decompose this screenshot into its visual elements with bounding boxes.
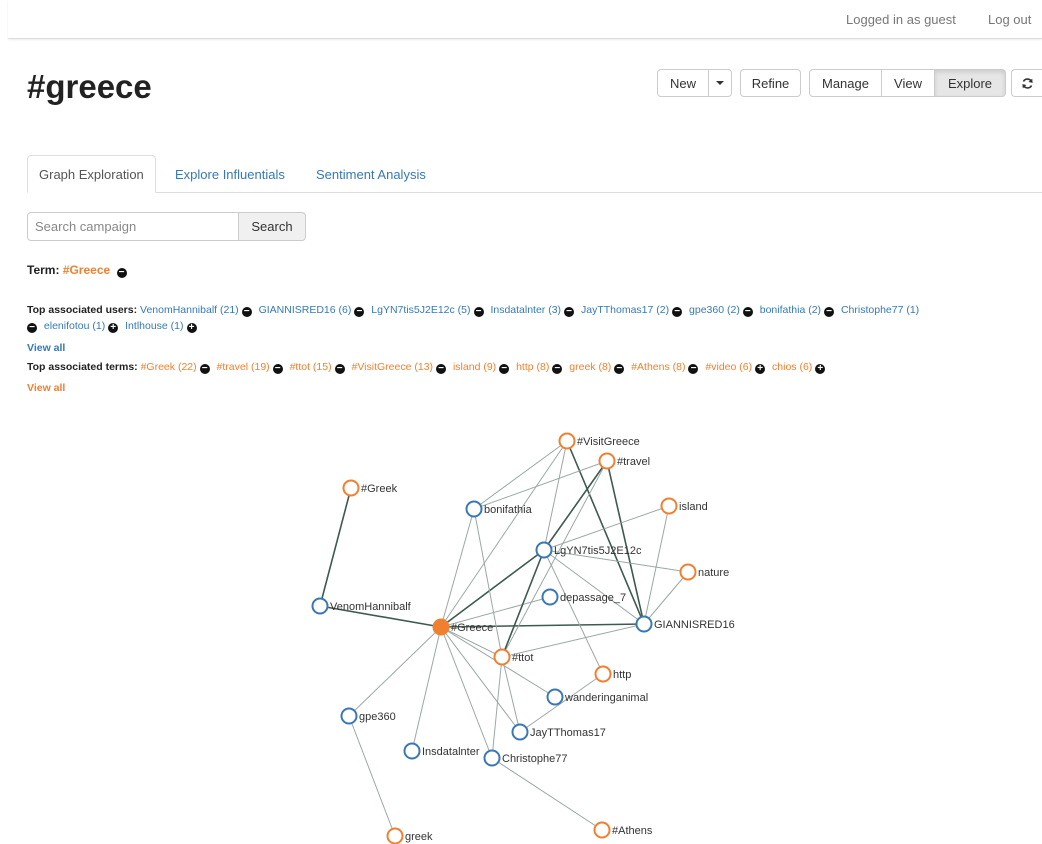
graph-node-label: Insdatalnter xyxy=(422,746,480,758)
graph-node-circle[interactable] xyxy=(546,688,564,706)
graph-node-circle[interactable] xyxy=(483,749,501,767)
graph-node-circle[interactable] xyxy=(541,588,559,606)
graph-node-giannis[interactable]: GIANNISRED16 xyxy=(635,615,735,633)
graph-node-circle[interactable] xyxy=(432,618,450,636)
graph-edge xyxy=(319,487,352,607)
graph-node-circle[interactable] xyxy=(340,707,358,725)
graph-node-circle[interactable] xyxy=(311,597,329,615)
graph-edge xyxy=(440,626,493,759)
graph-node-label: #travel xyxy=(617,456,650,468)
graph-node-label: wanderinganimal xyxy=(564,692,648,704)
graph-nodes[interactable]: #Greece #VisitGreece #travel #Greek bonifath… xyxy=(311,432,735,844)
graph-node-circle[interactable] xyxy=(465,500,483,518)
graph-node-lgyn[interactable]: LgYN7tis5J2E12c xyxy=(535,541,642,559)
graph-node-gpe360[interactable]: gpe360 xyxy=(340,707,396,725)
graph-node-athens[interactable]: #Athens xyxy=(593,821,653,839)
graph-node-label: #Greece xyxy=(451,622,493,634)
graph-node-label: nature xyxy=(698,567,729,579)
graph-edge xyxy=(411,626,442,752)
graph-node-label: #Greek xyxy=(361,483,398,495)
graph-node-circle[interactable] xyxy=(511,723,529,741)
graph-edge xyxy=(643,505,670,625)
graph-edge xyxy=(543,549,604,675)
graph-edge xyxy=(473,460,608,510)
graph-node-venom[interactable]: VenomHannibalf xyxy=(311,597,412,615)
graph-node-label: VenomHannibalf xyxy=(330,601,412,613)
graph-node-label: bonifathia xyxy=(484,504,533,516)
graph-node-circle[interactable] xyxy=(386,827,404,844)
graph-node-travel[interactable]: #travel xyxy=(598,452,651,470)
graph-node-circle[interactable] xyxy=(679,563,697,581)
graph-node-label: Christophe77 xyxy=(502,753,567,765)
graph-node-greek_tag[interactable]: #Greek xyxy=(342,479,398,497)
graph-node-label: GIANNISRED16 xyxy=(654,619,735,631)
graph-node-label: gpe360 xyxy=(359,711,396,723)
graph-node-circle[interactable] xyxy=(558,432,576,450)
graph-edges xyxy=(319,440,689,837)
graph-node-label: http xyxy=(613,669,631,681)
graph-node-insdata[interactable]: Insdatalnter xyxy=(403,742,480,760)
graph-node-label: depassage_7 xyxy=(560,592,626,604)
graph-node-christophe[interactable]: Christophe77 xyxy=(483,749,568,767)
graph-node-label: #ttot xyxy=(512,652,533,664)
graph-edge xyxy=(473,508,503,658)
graph-node-label: island xyxy=(679,501,708,513)
graph-node-label: #Athens xyxy=(612,825,653,837)
graph-node-island[interactable]: island xyxy=(660,497,708,515)
graph-node-bonifathia[interactable]: bonifathia xyxy=(465,500,533,518)
graph-node-circle[interactable] xyxy=(593,821,611,839)
graph-edge xyxy=(543,505,670,551)
graph-node-circle[interactable] xyxy=(342,479,360,497)
graph-edge xyxy=(491,656,503,759)
graph-node-http[interactable]: http xyxy=(594,665,632,683)
graph-edge xyxy=(491,757,603,831)
graph-node-depassage[interactable]: depassage_7 xyxy=(541,588,627,606)
network-graph[interactable]: #Greece #VisitGreece #travel #Greek bonifath… xyxy=(0,0,1042,844)
graph-node-circle[interactable] xyxy=(635,615,653,633)
graph-node-circle[interactable] xyxy=(493,648,511,666)
graph-node-greece[interactable]: #Greece xyxy=(432,618,494,636)
graph-node-circle[interactable] xyxy=(660,497,678,515)
graph-edge xyxy=(501,460,608,658)
graph-edge xyxy=(473,440,568,510)
graph-edge xyxy=(643,571,689,625)
graph-node-greek[interactable]: greek xyxy=(386,827,434,844)
graph-node-label: JayTThomas17 xyxy=(530,727,606,739)
graph-node-circle[interactable] xyxy=(535,541,553,559)
graph-node-label: greek xyxy=(405,831,433,843)
graph-edge xyxy=(348,626,442,717)
graph-node-circle[interactable] xyxy=(403,742,421,760)
graph-edge xyxy=(348,715,396,837)
graph-node-circle[interactable] xyxy=(598,452,616,470)
graph-node-circle[interactable] xyxy=(594,665,612,683)
graph-edge xyxy=(440,508,475,628)
graph-node-visitgreece[interactable]: #VisitGreece xyxy=(558,432,640,450)
graph-node-label: #VisitGreece xyxy=(577,436,640,448)
graph-node-ttot[interactable]: #ttot xyxy=(493,648,534,666)
graph-node-jay[interactable]: JayTThomas17 xyxy=(511,723,606,741)
graph-node-nature[interactable]: nature xyxy=(679,563,730,581)
graph-node-label: LgYN7tis5J2E12c xyxy=(554,545,642,557)
